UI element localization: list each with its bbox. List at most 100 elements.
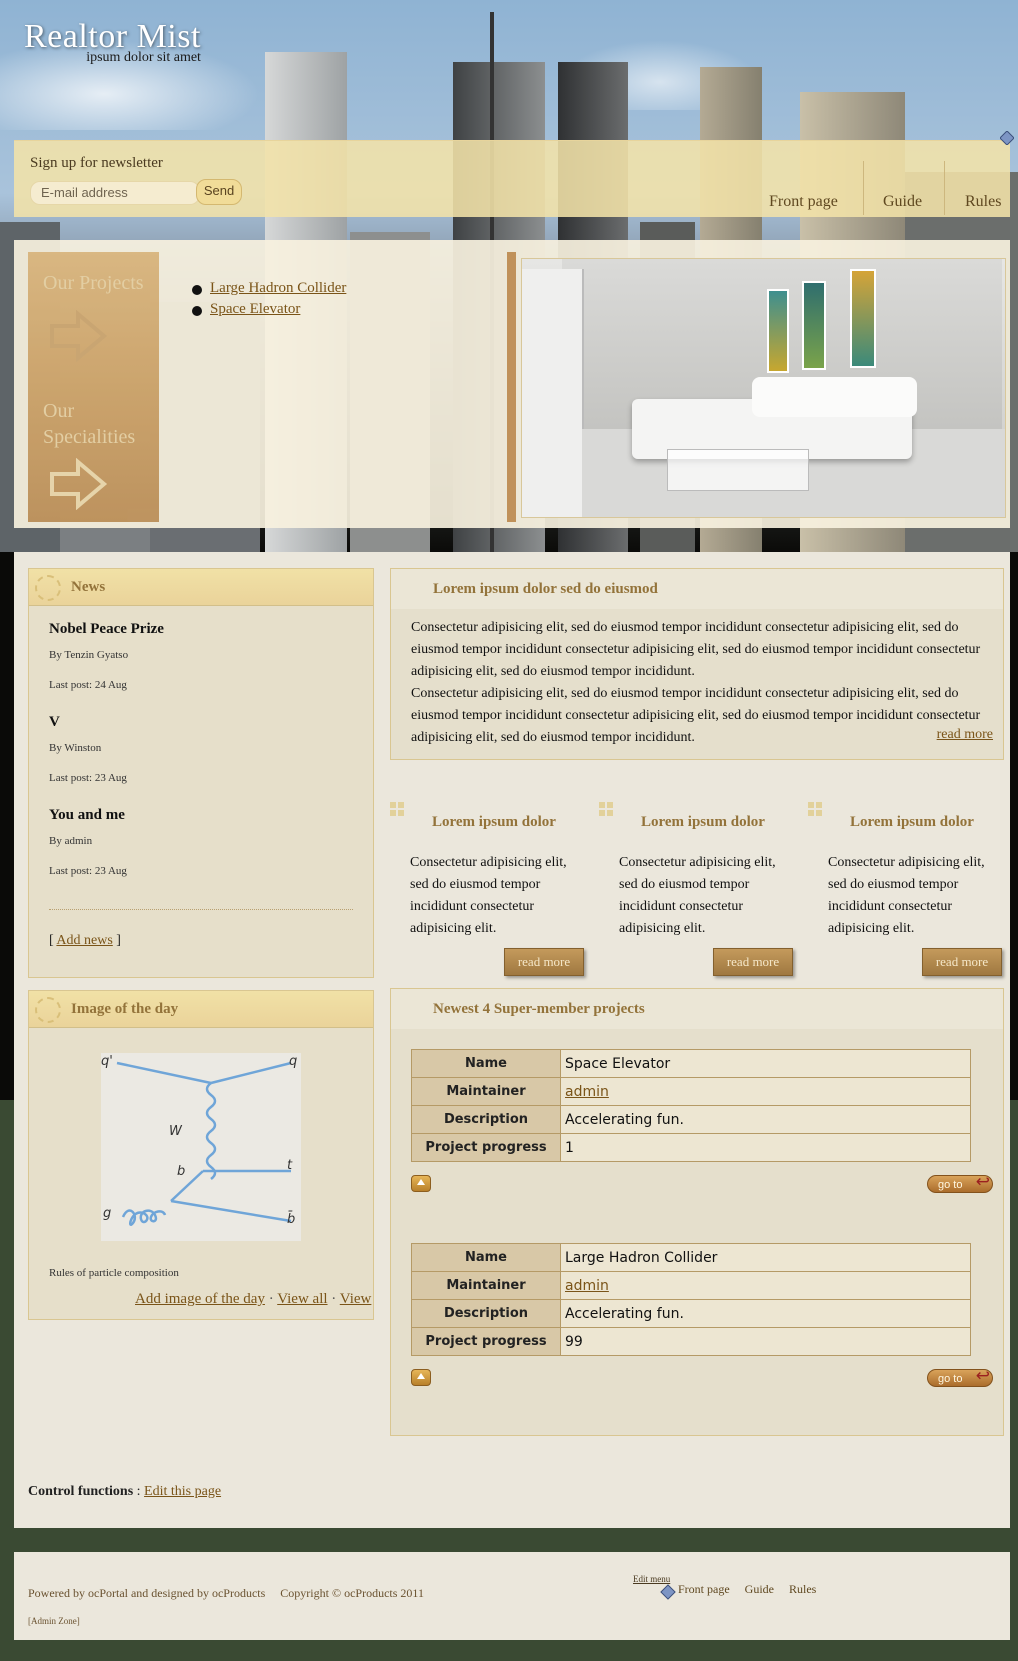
news-headline[interactable]: You and me (49, 807, 127, 824)
control-label: Control functions (28, 1484, 134, 1499)
news-item: Nobel Peace Prize By Tenzin Gyatso Last … (49, 621, 164, 691)
edit-menu-icon[interactable] (660, 1584, 676, 1600)
edit-menu-icon[interactable] (1000, 131, 1014, 145)
ring-icon (35, 575, 61, 601)
back-to-top-icon[interactable] (411, 1175, 431, 1192)
projects-list: Large Hadron Collider Space Elevator (192, 280, 346, 322)
return-arrow-icon: ↩ (975, 1172, 990, 1191)
bracket: [ (49, 933, 54, 948)
key-cell: Name (411, 1049, 561, 1078)
column-title: Lorem ipsum dolor (432, 814, 556, 830)
painting (802, 281, 826, 370)
diagram-label: b̄ (287, 1212, 295, 1227)
value-cell: Large Hadron Collider (560, 1243, 971, 1272)
key-cell: Project progress (411, 1327, 561, 1356)
project-table: Name Large Hadron Collider Maintainer admi… (411, 1243, 971, 1356)
control-functions: Control functions : Edit this page (28, 1484, 221, 1500)
maintainer-link[interactable]: admin (565, 1278, 609, 1294)
key-cell: Maintainer (411, 1271, 561, 1300)
column-text: Consectetur adipisicing elit, sed do eiu… (828, 855, 985, 936)
table-row: Maintainer admin (411, 1077, 971, 1106)
our-specialities-heading[interactable]: Our Specialities (43, 398, 153, 450)
footer-nav-rules[interactable]: Rules (789, 1582, 816, 1596)
newsletter-bar: Sign up for newsletter E-mail address Se… (14, 140, 1010, 217)
news-box: News Nobel Peace Prize By Tenzin Gyatso … (28, 568, 374, 978)
back-to-top-icon[interactable] (411, 1369, 431, 1386)
coffee-table (667, 449, 809, 491)
diagram-label: b (177, 1164, 185, 1179)
key-cell: Description (411, 1299, 561, 1328)
footer-nav-front-page[interactable]: Front page (678, 1582, 730, 1596)
send-button[interactable]: Send (196, 179, 242, 205)
table-row: Name Space Elevator (411, 1049, 971, 1078)
bracket: ] (116, 933, 121, 948)
news-author: By Winston (49, 742, 102, 754)
table-row: Description Accelerating fun. (411, 1105, 971, 1134)
table-row: Name Large Hadron Collider (411, 1243, 971, 1272)
read-more-button[interactable]: read more (713, 948, 793, 976)
image-of-day-box: Image of the day q' q W b t g b̄ Rules o… (28, 990, 374, 1320)
admin-zone-link[interactable]: [Admin Zone] (28, 1616, 80, 1626)
powered-text[interactable]: Powered by ocPortal and designed by ocPr… (28, 1586, 265, 1600)
intro-paragraph: Consectetur adipisicing elit, sed do eiu… (411, 686, 981, 745)
add-news-link[interactable]: Add news (56, 933, 112, 948)
news-headline[interactable]: V (49, 714, 127, 731)
painting (767, 289, 789, 373)
read-more-link[interactable]: read more (937, 727, 993, 743)
grid-icon (390, 802, 406, 818)
iotd-links: Add image of the day · View all · View (135, 1291, 371, 1308)
arrow-right-icon (50, 310, 108, 362)
feynman-diagram-image[interactable]: q' q W b t g b̄ (101, 1053, 301, 1241)
ring-icon (35, 997, 61, 1023)
project-link[interactable]: Large Hadron Collider (210, 280, 346, 296)
go-to-button[interactable]: go to ↩ (927, 1367, 993, 1387)
value-cell: 99 (560, 1327, 971, 1356)
projects-header: Newest 4 Super-member projects (391, 989, 1003, 1029)
powered-by: Powered by ocPortal and designed by ocPr… (28, 1586, 424, 1601)
separator: · (331, 1291, 337, 1307)
main-content: News Nobel Peace Prize By Tenzin Gyatso … (14, 552, 1010, 1528)
list-item: Space Elevator (192, 301, 346, 318)
table-row: Maintainer admin (411, 1271, 971, 1300)
news-item: You and me By admin Last post: 23 Aug (49, 807, 127, 877)
grid-icon (599, 802, 615, 818)
our-projects-heading[interactable]: Our Projects (43, 270, 144, 296)
grid-icon (808, 802, 824, 818)
separator: · (268, 1291, 274, 1307)
maintainer-link[interactable]: admin (565, 1084, 609, 1100)
edit-page-link[interactable]: Edit this page (144, 1484, 221, 1499)
nav-guide[interactable]: Guide (883, 193, 922, 211)
read-more-button[interactable]: read more (504, 948, 584, 976)
read-more-button[interactable]: read more (922, 948, 1002, 976)
separator: : (136, 1484, 141, 1499)
newsletter-label: Sign up for newsletter (30, 155, 163, 171)
list-item: Large Hadron Collider (192, 280, 346, 297)
news-headline[interactable]: Nobel Peace Prize (49, 621, 164, 638)
nav-rules[interactable]: Rules (965, 193, 1001, 211)
go-to-button[interactable]: go to ↩ (927, 1172, 993, 1193)
footer-nav-guide[interactable]: Guide (745, 1582, 774, 1596)
email-input[interactable]: E-mail address (30, 181, 200, 205)
news-author: By admin (49, 835, 93, 847)
value-cell: Accelerating fun. (560, 1299, 971, 1328)
intro-title: Lorem ipsum dolor sed do eiusmod (433, 581, 658, 597)
iotd-title: Image of the day (71, 1001, 179, 1017)
key-cell: Project progress (411, 1133, 561, 1162)
view-all-link[interactable]: View all (277, 1291, 327, 1307)
add-image-of-day-link[interactable]: Add image of the day (135, 1291, 265, 1307)
doorway (522, 269, 584, 517)
iotd-header: Image of the day (29, 991, 373, 1028)
site-logo[interactable]: Realtor Mist ipsum dolor sit amet (24, 18, 201, 66)
table-row: Project progress 1 (411, 1133, 971, 1162)
project-table: Name Space Elevator Maintainer admin Descr… (411, 1049, 971, 1162)
project-link[interactable]: Space Elevator (210, 301, 300, 317)
diagram-label: g (103, 1206, 111, 1221)
column-text: Consectetur adipisicing elit, sed do eiu… (619, 855, 776, 936)
edit-menu-link[interactable]: Edit menu (633, 1574, 670, 1584)
footer-nav: Front page Guide Rules (678, 1582, 816, 1597)
nav-front-page[interactable]: Front page (769, 193, 838, 211)
news-item: V By Winston Last post: 23 Aug (49, 714, 127, 784)
news-author: By Tenzin Gyatso (49, 649, 129, 661)
dotted-divider (49, 909, 353, 910)
view-link[interactable]: View (340, 1291, 372, 1307)
